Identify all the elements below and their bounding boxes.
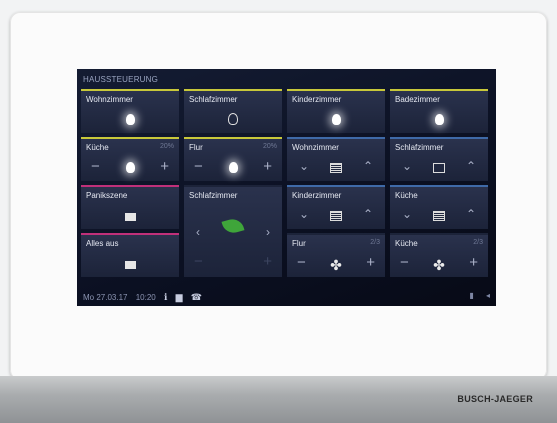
tile-label: Schlafzimmer (189, 191, 238, 200)
tile-label: Wohnzimmer (292, 143, 339, 152)
lightbulb-on-icon (434, 114, 444, 125)
lightbulb-on-icon (125, 162, 135, 173)
fan-level: 2/3 (370, 239, 380, 246)
tile-panikszene[interactable]: Panikszene (81, 185, 179, 229)
door-icon[interactable]: ▆ (176, 292, 183, 303)
fan-icon: ✤ (433, 257, 445, 273)
chevron-up-icon[interactable]: ⌃ (466, 159, 476, 173)
blind-icon (330, 211, 342, 221)
fan-level: 2/3 (473, 239, 483, 246)
tile-kinderzimmer-light[interactable]: Kinderzimmer (287, 89, 385, 133)
eco-leaf-icon (221, 216, 245, 236)
touch-screen: HAUSSTEUERUNG Wohnzimmer Schlafzimmer Ki… (77, 69, 496, 306)
tile-kueche-blind[interactable]: Küche ⌄ ⌃ (390, 185, 488, 229)
tile-kueche-fan[interactable]: Küche 2/3 − ✤ + (390, 233, 488, 277)
tile-label: Küche (395, 239, 418, 248)
minus-icon: − (194, 253, 203, 270)
tile-badezimmer-light[interactable]: Badezimmer (390, 89, 488, 133)
tile-kinderzimmer-blind[interactable]: Kinderzimmer ⌄ ⌃ (287, 185, 385, 229)
tile-label: Flur (189, 143, 203, 152)
dim-up-button[interactable]: + (160, 158, 169, 175)
info-icon[interactable]: ℹ (164, 292, 167, 303)
tile-flur-dimmer[interactable]: Flur 20% − + (184, 137, 282, 181)
tile-label: Schlafzimmer (189, 95, 238, 104)
fan-up-button[interactable]: + (469, 254, 478, 271)
chevron-up-icon[interactable]: ⌃ (363, 207, 373, 221)
tile-label: Wohnzimmer (86, 95, 133, 104)
dim-value: 20% (159, 143, 174, 150)
tile-label: Schlafzimmer (395, 143, 444, 152)
status-right: ▮ ◂ (469, 291, 490, 300)
scene-icon (124, 213, 136, 221)
blind-open-icon (433, 163, 445, 173)
tile-kueche-dimmer[interactable]: Küche 20% − + (81, 137, 179, 181)
plus-icon: + (263, 253, 272, 270)
tile-schlafzimmer-eco[interactable]: Schlafzimmer ‹ › − + (184, 185, 282, 277)
blind-icon (433, 211, 445, 221)
mic-icon[interactable]: ▮ (469, 291, 473, 300)
page-title: HAUSSTEUERUNG (83, 75, 159, 84)
dim-up-button[interactable]: + (263, 158, 272, 175)
status-time: 10:20 (135, 293, 156, 302)
tile-label: Flur (292, 239, 306, 248)
tile-flur-fan[interactable]: Flur 2/3 − ✤ + (287, 233, 385, 277)
brand-logo: BUSCH-JAEGER (457, 394, 533, 404)
chevron-right-icon[interactable]: › (266, 225, 270, 239)
chevron-up-icon[interactable]: ⌃ (363, 159, 373, 173)
lightbulb-off-icon (228, 113, 238, 125)
tile-schlafzimmer-light[interactable]: Schlafzimmer (184, 89, 282, 133)
fan-icon: ✤ (330, 257, 342, 273)
tile-label: Alles aus (86, 239, 119, 248)
phone-icon[interactable]: ☎ (191, 292, 202, 303)
lightbulb-on-icon (331, 114, 341, 125)
tile-label: Kinderzimmer (292, 191, 342, 200)
speaker-icon[interactable]: ◂ (486, 291, 490, 300)
tile-label: Panikszene (86, 191, 128, 200)
status-date: Mo 27.03.17 (83, 293, 128, 302)
chevron-up-icon[interactable]: ⌃ (466, 207, 476, 221)
lightbulb-on-icon (228, 162, 238, 173)
tile-label: Küche (395, 191, 418, 200)
tile-wohnzimmer-light[interactable]: Wohnzimmer (81, 89, 179, 133)
tile-wohnzimmer-blind[interactable]: Wohnzimmer ⌄ ⌃ (287, 137, 385, 181)
fan-up-button[interactable]: + (366, 254, 375, 271)
tile-alles-aus[interactable]: Alles aus (81, 233, 179, 277)
status-bar: Mo 27.03.17 10:20 ℹ ▆ ☎ (83, 292, 208, 303)
dim-value: 20% (262, 143, 277, 150)
lightbulb-on-icon (125, 114, 135, 125)
tile-label: Kinderzimmer (292, 95, 342, 104)
blind-icon (330, 163, 342, 173)
scene-icon (124, 261, 136, 269)
tile-label: Küche (86, 143, 109, 152)
tile-schlafzimmer-blind[interactable]: Schlafzimmer ⌄ ⌃ (390, 137, 488, 181)
tile-label: Badezimmer (395, 95, 440, 104)
